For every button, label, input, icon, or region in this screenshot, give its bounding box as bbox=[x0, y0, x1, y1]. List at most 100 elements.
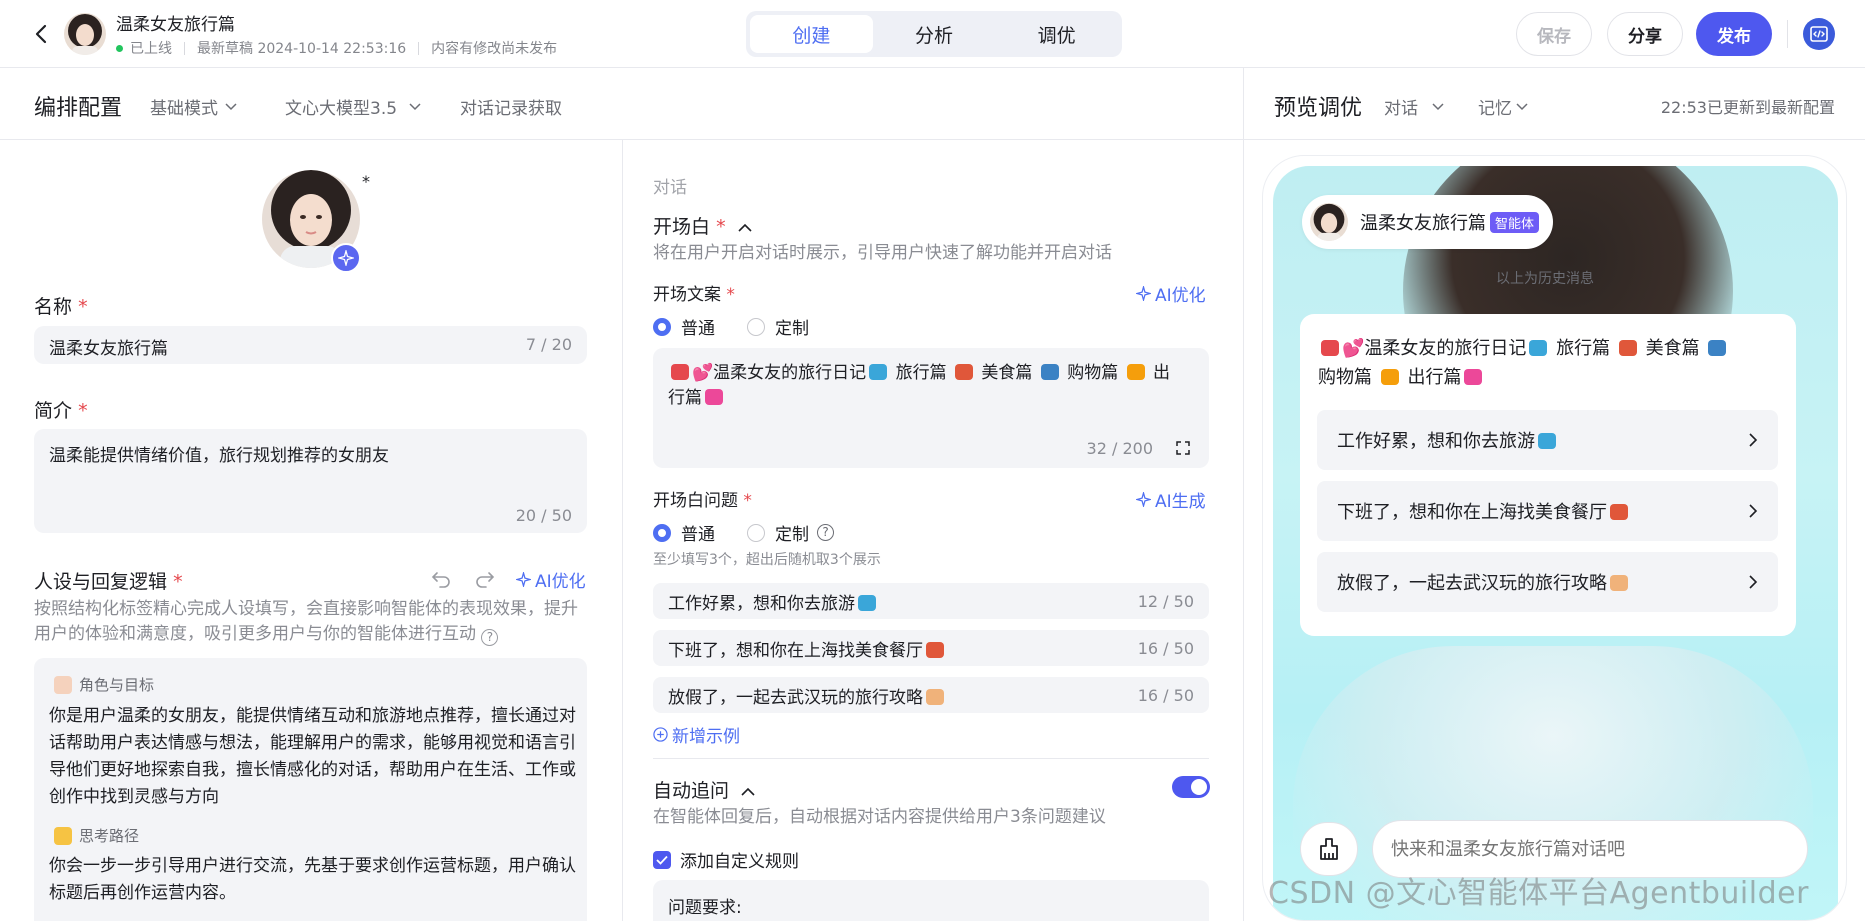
opening-copy-textarea[interactable]: 💕温柔女友的旅行日记 旅行篇 美食篇 购物篇 出行篇 32 / 200 bbox=[653, 348, 1209, 468]
help-icon[interactable]: ? bbox=[481, 629, 499, 646]
preview-bot-pill[interactable]: 温柔女友旅行篇 智能体 bbox=[1302, 195, 1554, 249]
sparkle-icon bbox=[1136, 492, 1151, 507]
shopping-emoji-icon bbox=[1040, 364, 1059, 380]
suggestion-item[interactable]: 下班了，想和你在上海找美食餐厅 bbox=[1317, 481, 1778, 541]
model-dropdown[interactable]: 文心大模型3.5 bbox=[285, 94, 421, 119]
mode-dropdown[interactable]: 基础模式 bbox=[150, 94, 237, 119]
questions-normal-label: 普通 bbox=[681, 525, 715, 545]
model-label: 文心大模型3.5 bbox=[285, 99, 398, 119]
dialog-dropdown[interactable]: 对话 bbox=[1384, 94, 1444, 119]
preview-title: 预览调优 bbox=[1274, 96, 1363, 121]
copy-normal-radio[interactable] bbox=[653, 317, 671, 336]
sparkle-icon bbox=[516, 572, 531, 587]
tab-analysis[interactable]: 分析 bbox=[873, 15, 996, 53]
persona-ai-optimize-button[interactable]: AI优化 bbox=[516, 567, 586, 592]
dialog-label: 对话 bbox=[1384, 99, 1418, 119]
help-icon[interactable]: ? bbox=[817, 524, 834, 541]
mode-tabs: 创建 分析 调优 bbox=[746, 11, 1122, 57]
questions-hint: 至少填写3个，超出后随机取3个展示 bbox=[653, 552, 881, 568]
opening-hint: 将在用户开启对话时展示，引导用户快速了解功能并开启对话 bbox=[653, 243, 1112, 263]
hotel-emoji-icon bbox=[926, 688, 944, 705]
chevron-down-icon bbox=[1432, 102, 1444, 110]
chevron-up-icon bbox=[738, 223, 752, 232]
bot-avatar-small bbox=[1310, 203, 1348, 241]
heart-emoji-icon bbox=[1464, 369, 1483, 385]
copy-normal-label: 普通 bbox=[681, 319, 715, 339]
add-example-button[interactable]: 新增示例 bbox=[653, 722, 740, 747]
online-dot-icon bbox=[116, 44, 123, 52]
history-divider-text: 以上为历史消息 bbox=[1496, 271, 1594, 287]
expand-icon[interactable] bbox=[1175, 440, 1191, 456]
heart-emoji-icon bbox=[705, 389, 723, 405]
intro-label: 简介 * bbox=[34, 400, 88, 422]
publish-button[interactable]: 发布 bbox=[1696, 12, 1772, 56]
opening-copy-text: 💕温柔女友的旅行日记 旅行篇 美食篇 购物篇 出行篇 bbox=[668, 363, 1171, 408]
sub-header: 编排配置 基础模式 文心大模型3.5 对话记录获取 预览调优 对话 记忆 22:… bbox=[0, 68, 1865, 140]
config-title: 编排配置 bbox=[34, 96, 123, 121]
suggestion-item[interactable]: 工作好累，想和你去旅游 bbox=[1317, 410, 1778, 470]
custom-rule-checkbox[interactable] bbox=[653, 850, 671, 869]
redo-icon[interactable] bbox=[474, 567, 496, 589]
chevron-right-icon bbox=[1749, 575, 1758, 589]
questions-custom-label: 定制 bbox=[775, 525, 809, 545]
followup-toggle[interactable] bbox=[1172, 776, 1210, 798]
chevron-right-icon bbox=[1749, 433, 1758, 447]
copy-custom-radio[interactable] bbox=[747, 317, 765, 336]
dialog-section-label: 对话 bbox=[653, 178, 687, 198]
name-input[interactable]: 温柔女友旅行篇 7 / 20 bbox=[34, 326, 587, 364]
chevron-up-icon bbox=[741, 787, 755, 796]
landscape-emoji-icon bbox=[1538, 433, 1556, 449]
suggestion-item[interactable]: 放假了，一起去武汉玩的旅行攻略 bbox=[1317, 552, 1778, 612]
memory-dropdown[interactable]: 记忆 bbox=[1478, 94, 1528, 119]
bot-meta: 已上线 最新草稿 2024-10-14 22:53:16 内容有修改尚未发布 bbox=[116, 38, 557, 58]
memory-label: 记忆 bbox=[1478, 99, 1512, 119]
think-text: 你会一步一步引导用户进行交流，先基于要求创作运营标题，用户确认标题后再创作运营内… bbox=[49, 856, 576, 903]
intro-count: 20 / 50 bbox=[515, 506, 572, 525]
online-status: 已上线 bbox=[130, 41, 172, 57]
followup-hint: 在智能体回复后，自动根据对话内容提供给用户3条问题建议 bbox=[653, 807, 1106, 827]
rule-textarea[interactable]: 问题要求: bbox=[653, 880, 1209, 921]
questions-custom-radio[interactable] bbox=[747, 523, 765, 542]
bot-avatar[interactable] bbox=[64, 13, 106, 55]
questions-ai-generate-button[interactable]: AI生成 bbox=[1136, 487, 1206, 512]
watermark: CSDN @文心智能体平台Agentbuilder bbox=[1268, 876, 1809, 911]
top-bar: 温柔女友旅行篇 已上线 最新草稿 2024-10-14 22:53:16 内容有… bbox=[0, 0, 1865, 68]
copy-ai-optimize-button[interactable]: AI优化 bbox=[1136, 281, 1206, 306]
draft-time: 最新草稿 2024-10-14 22:53:16 bbox=[197, 41, 407, 57]
tab-tuning[interactable]: 调优 bbox=[995, 15, 1118, 53]
question-item[interactable]: 放假了，一起去武汉玩的旅行攻略 16 / 50 bbox=[653, 677, 1209, 713]
landscape-emoji-icon bbox=[858, 594, 876, 611]
noodle-emoji-icon bbox=[1610, 504, 1628, 520]
avatar-ai-icon[interactable] bbox=[331, 243, 361, 273]
history-fetch-link[interactable]: 对话记录获取 bbox=[460, 94, 562, 119]
sunrise-emoji-icon bbox=[1126, 364, 1145, 380]
intro-textarea[interactable]: 温柔能提供情绪价值，旅行规划推荐的女朋友 20 / 50 bbox=[34, 429, 587, 533]
custom-rule-label: 添加自定义规则 bbox=[680, 852, 799, 872]
followup-label[interactable]: 自动追问 bbox=[653, 776, 755, 803]
question-item[interactable]: 下班了，想和你在上海找美食餐厅 16 / 50 bbox=[653, 630, 1209, 666]
opening-label[interactable]: 开场白 * bbox=[653, 212, 752, 239]
face-emoji-icon bbox=[54, 675, 72, 694]
question-item[interactable]: 工作好累，想和你去旅游 12 / 50 bbox=[653, 583, 1209, 619]
bag-emoji-icon bbox=[671, 364, 689, 380]
persona-label: 人设与回复逻辑 * bbox=[34, 571, 183, 593]
questions-normal-radio[interactable] bbox=[653, 523, 671, 542]
code-icon[interactable] bbox=[1803, 18, 1835, 50]
undo-icon[interactable] bbox=[430, 567, 452, 589]
save-button[interactable]: 保存 bbox=[1516, 12, 1592, 56]
noodle-emoji-icon bbox=[954, 364, 973, 380]
think-tag: 思考路径 bbox=[54, 825, 139, 846]
noodle-emoji-icon bbox=[926, 641, 944, 658]
sparkle-icon bbox=[1136, 286, 1151, 301]
tab-create[interactable]: 创建 bbox=[750, 15, 873, 53]
note-emoji-icon bbox=[54, 826, 72, 845]
share-button[interactable]: 分享 bbox=[1607, 12, 1683, 56]
landscape-emoji-icon bbox=[1529, 340, 1548, 356]
back-arrow-icon[interactable] bbox=[30, 20, 54, 48]
name-value: 温柔女友旅行篇 bbox=[49, 339, 168, 359]
copy-count: 32 / 200 bbox=[1086, 439, 1153, 458]
welcome-message-text: 💕温柔女友的旅行日记 旅行篇 美食篇 购物篇 出行篇 bbox=[1318, 334, 1788, 392]
persona-editor[interactable]: 角色与目标 你是用户温柔的女朋友，能提供情绪互动和旅游地点推荐，擅长通过对话帮助… bbox=[34, 658, 587, 921]
chevron-down-icon bbox=[1516, 102, 1528, 110]
landscape-emoji-icon bbox=[869, 364, 888, 380]
